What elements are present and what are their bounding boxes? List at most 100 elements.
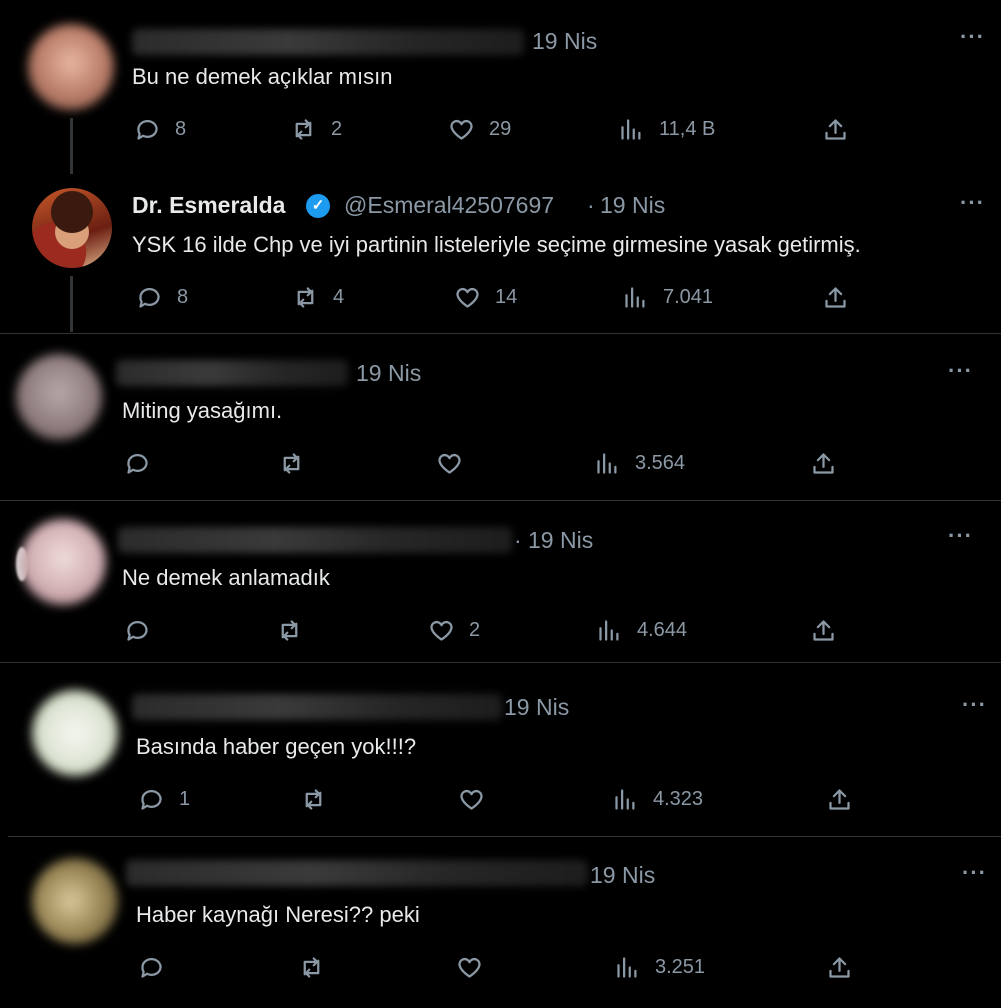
tweet-2[interactable]: Dr. Esmeralda ✓ @Esmeral42507697 · 19 Ni… [4,174,999,332]
retweet-button[interactable]: 4 [292,284,344,311]
reply-icon [139,288,160,308]
tweet-date[interactable]: 19 Nis [590,862,655,889]
reply-button[interactable] [124,617,151,644]
share-button[interactable] [810,450,837,477]
tweet-text: Haber kaynağı Neresi?? peki [136,902,420,927]
tweet-text: Bu ne demek açıklar mısın [132,64,393,89]
views-icon [617,957,637,978]
tweet-5[interactable]: 19 Nis ··· Basında haber geçen yok!!!? 1… [8,670,1001,834]
reply-icon [127,621,148,641]
views-count: 3.564 [635,452,686,474]
share-icon [829,789,850,810]
reply-count: 1 [179,788,191,810]
views-button[interactable]: 7.041 [622,284,713,311]
reply-icon [141,958,162,978]
more-icon[interactable]: ··· [962,692,987,718]
like-count: 29 [489,118,512,140]
views-button[interactable]: 3.564 [594,450,685,477]
reply-icon [127,454,148,474]
more-icon[interactable]: ··· [960,24,985,50]
avatar[interactable] [20,519,106,605]
avatar[interactable] [16,354,102,440]
avatar[interactable] [32,188,112,268]
retweet-button[interactable] [298,954,325,981]
tweet-text: YSK 16 ilde Chp ve iyi partinin listeler… [132,232,861,257]
reply-button[interactable] [124,450,151,477]
tweet-1[interactable]: 19 Nis ··· Bu ne demek açıklar mısın 8 2… [4,4,999,174]
like-count: 14 [495,286,518,308]
views-button[interactable]: 4.644 [596,617,687,644]
author-handle[interactable]: @Esmeral42507697 [344,192,554,219]
views-button[interactable]: 3.251 [614,954,705,981]
avatar[interactable] [28,24,114,110]
divider [0,662,1001,663]
retweet-button[interactable]: 2 [290,116,342,143]
avatar[interactable] [32,858,118,944]
retweet-count: 2 [331,118,343,140]
views-icon [597,453,617,474]
like-button[interactable]: 2 [428,617,480,644]
reply-icon [141,790,162,810]
reply-icon [137,120,158,140]
tweet-3[interactable]: 19 Nis ··· Miting yasağımı. 3.564 [0,336,1001,500]
like-icon [456,287,479,308]
tweet-6[interactable]: 19 Nis ··· Haber kaynağı Neresi?? peki 3… [8,838,1001,1006]
like-button[interactable]: 29 [448,116,511,143]
views-icon [625,287,645,308]
tweet-date[interactable]: 19 Nis [600,192,665,219]
retweet-button[interactable] [276,617,303,644]
like-button[interactable] [456,954,483,981]
tweet-date[interactable]: 19 Nis [528,527,593,554]
retweet-button[interactable] [300,786,327,813]
share-button[interactable] [822,116,849,143]
tweet-date[interactable]: 19 Nis [532,28,597,55]
retweet-icon [283,453,300,474]
more-icon[interactable]: ··· [948,523,973,549]
like-button[interactable] [458,786,485,813]
share-icon [813,453,834,474]
share-icon [813,620,834,641]
date-separator: · [587,192,595,218]
tweet-date[interactable]: 19 Nis [504,694,569,721]
tweet-date[interactable]: 19 Nis [356,360,421,387]
like-icon [438,453,461,474]
divider [0,500,1001,501]
reply-button[interactable]: 8 [136,284,188,311]
tweet-text: Ne demek anlamadık [122,565,330,590]
like-icon [450,119,473,140]
divider [8,836,1001,837]
reply-count: 8 [175,118,187,140]
share-button[interactable] [810,617,837,644]
share-button[interactable] [822,284,849,311]
like-icon [460,789,483,810]
share-button[interactable] [826,954,853,981]
reply-count: 8 [177,286,189,308]
like-button[interactable]: 14 [454,284,517,311]
like-count: 2 [469,619,481,641]
reply-button[interactable]: 8 [134,116,186,143]
tweet-4[interactable]: · 19 Nis ··· Ne demek anlamadık 2 4.644 [0,503,1001,661]
more-icon[interactable]: ··· [960,190,985,216]
views-count: 4.644 [637,619,688,641]
author-name-blurred [126,860,588,886]
views-count: 7.041 [663,286,714,308]
share-button[interactable] [826,786,853,813]
retweet-icon [281,620,298,641]
more-icon[interactable]: ··· [948,358,973,384]
share-icon [825,287,846,308]
views-button[interactable]: 4.323 [612,786,703,813]
views-icon [615,789,635,810]
author-name-blurred [116,360,348,386]
views-button[interactable]: 11,4 B [618,116,715,143]
tweet-text: Basında haber geçen yok!!!? [136,734,417,759]
reply-button[interactable] [138,954,165,981]
reply-button[interactable]: 1 [138,786,190,813]
more-icon[interactable]: ··· [962,860,987,886]
retweet-button[interactable] [278,450,305,477]
author-name[interactable]: Dr. Esmeralda [132,192,285,219]
divider [0,333,1001,334]
date-separator: · [514,527,522,553]
like-button[interactable] [436,450,463,477]
avatar[interactable] [32,690,118,776]
tweet-text: Miting yasağımı. [122,398,283,423]
